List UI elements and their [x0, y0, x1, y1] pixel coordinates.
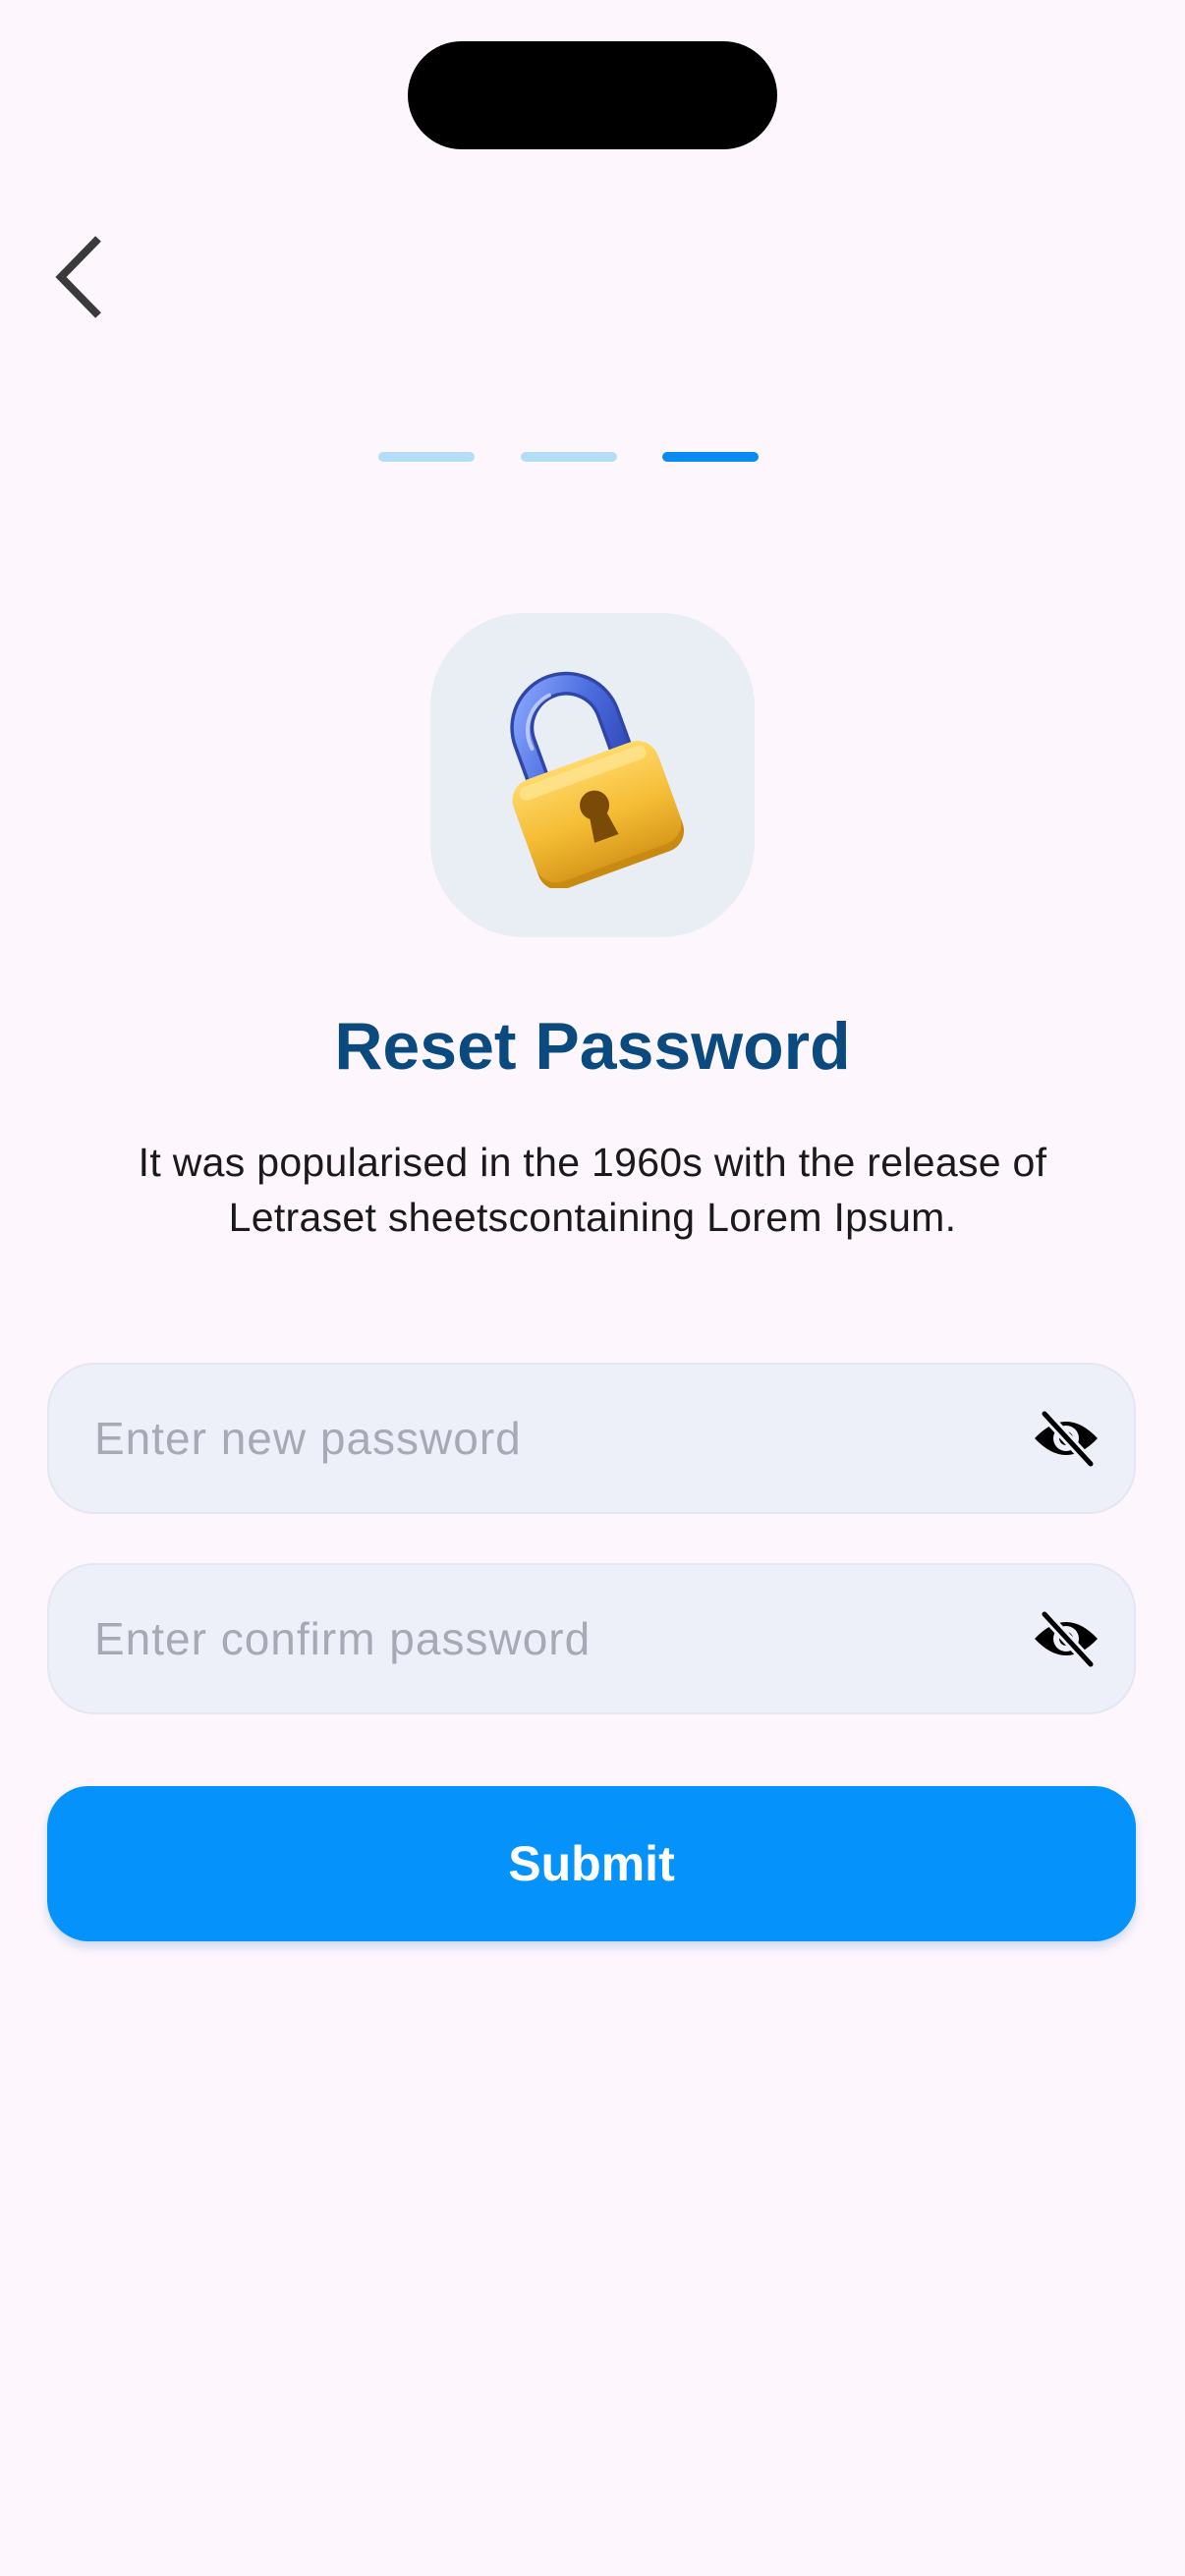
- padlock-icon: [510, 671, 685, 888]
- camera-notch: [408, 41, 777, 149]
- confirm-password-input[interactable]: [94, 1565, 979, 1712]
- back-button[interactable]: [22, 218, 140, 336]
- step-2-indicator: [521, 452, 617, 462]
- eye-off-icon[interactable]: [1032, 1409, 1100, 1468]
- new-password-input[interactable]: [94, 1365, 979, 1512]
- step-3-indicator-active: [662, 452, 759, 462]
- new-password-field[interactable]: [47, 1363, 1136, 1514]
- lock-illustration-tile: [430, 613, 755, 937]
- page-title: Reset Password: [334, 1009, 851, 1084]
- step-indicator: [0, 452, 1185, 464]
- eye-off-icon[interactable]: [1032, 1609, 1100, 1668]
- chevron-left-icon: [55, 236, 101, 318]
- submit-button[interactable]: Submit: [47, 1786, 1136, 1941]
- step-1-indicator: [378, 452, 475, 462]
- confirm-password-field[interactable]: [47, 1563, 1136, 1714]
- page-description: It was popularised in the 1960s with the…: [138, 1140, 1047, 1240]
